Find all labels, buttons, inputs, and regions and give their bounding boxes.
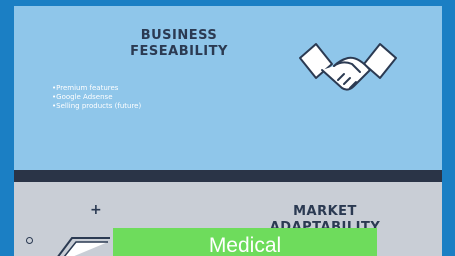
plus-icon: +	[90, 202, 102, 218]
business-feasibility-title: BUSINESS FESEABILITY	[104, 28, 254, 60]
business-title-line2: FESEABILITY	[130, 44, 228, 59]
medical-category-badge[interactable]: Medical	[113, 228, 377, 256]
business-bullet-list: Premium features Google Adsense Selling …	[52, 84, 141, 111]
list-item: Google Adsense	[52, 93, 141, 102]
business-title-line1: BUSINESS	[140, 28, 218, 43]
infographic-frame: BUSINESS FESEABILITY Premium features Go…	[14, 6, 442, 256]
handshake-icon	[299, 43, 397, 91]
list-item: Selling products (future)	[52, 102, 141, 111]
list-item: Premium features	[52, 84, 141, 93]
circle-icon	[26, 237, 33, 244]
section-divider	[14, 170, 442, 182]
